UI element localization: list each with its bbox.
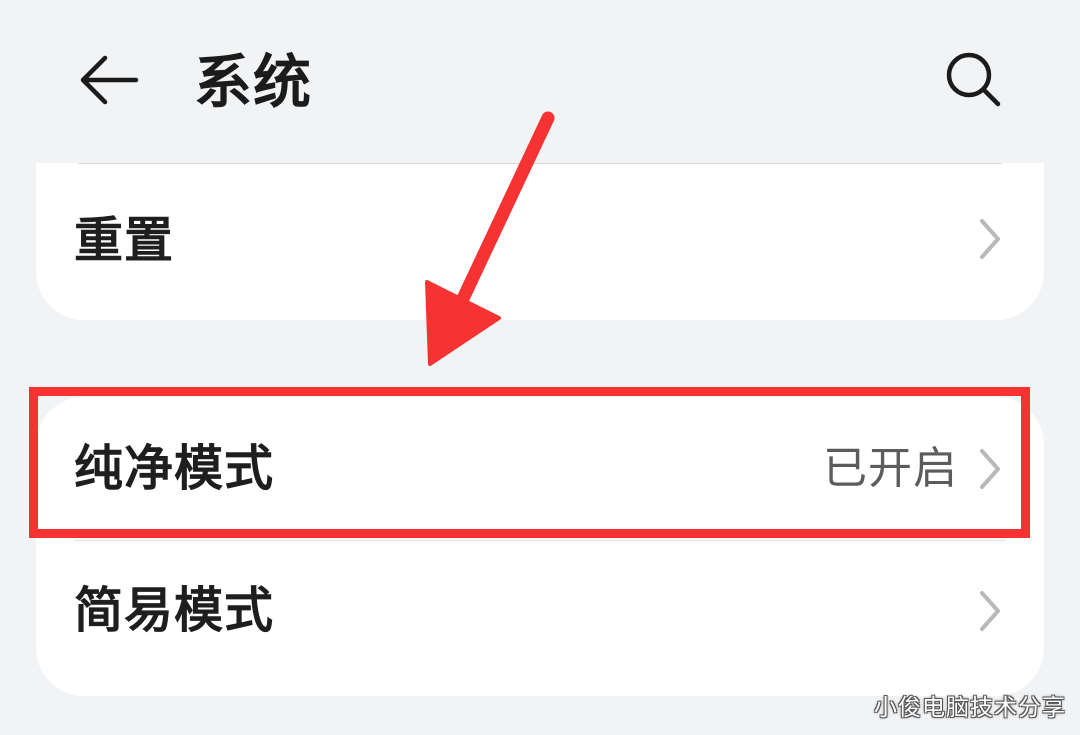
pure-mode-item[interactable]: 纯净模式 已开启 bbox=[36, 397, 1044, 540]
settings-card-lower: 纯净模式 已开启 简易模式 bbox=[36, 397, 1044, 696]
settings-card-upper: 重置 bbox=[36, 163, 1044, 320]
page-title: 系统 bbox=[194, 48, 313, 116]
reset-label: 重置 bbox=[74, 212, 175, 269]
arrow-left-icon bbox=[80, 55, 139, 105]
pure-mode-status: 已开启 bbox=[823, 443, 958, 494]
simple-mode-label: 简易模式 bbox=[74, 582, 275, 639]
pure-mode-label: 纯净模式 bbox=[74, 440, 275, 497]
search-button[interactable] bbox=[935, 45, 1011, 115]
watermark: 小俊电脑技术分享 bbox=[874, 695, 1066, 721]
app-bar: 系统 bbox=[0, 0, 1080, 160]
chevron-right-icon bbox=[980, 449, 1000, 489]
simple-mode-item[interactable]: 简易模式 bbox=[36, 541, 1044, 696]
back-button[interactable] bbox=[70, 45, 146, 115]
chevron-right-icon bbox=[980, 219, 1000, 259]
reset-item[interactable]: 重置 bbox=[36, 163, 1044, 320]
search-icon bbox=[946, 52, 1001, 107]
chevron-right-icon bbox=[980, 591, 1000, 631]
